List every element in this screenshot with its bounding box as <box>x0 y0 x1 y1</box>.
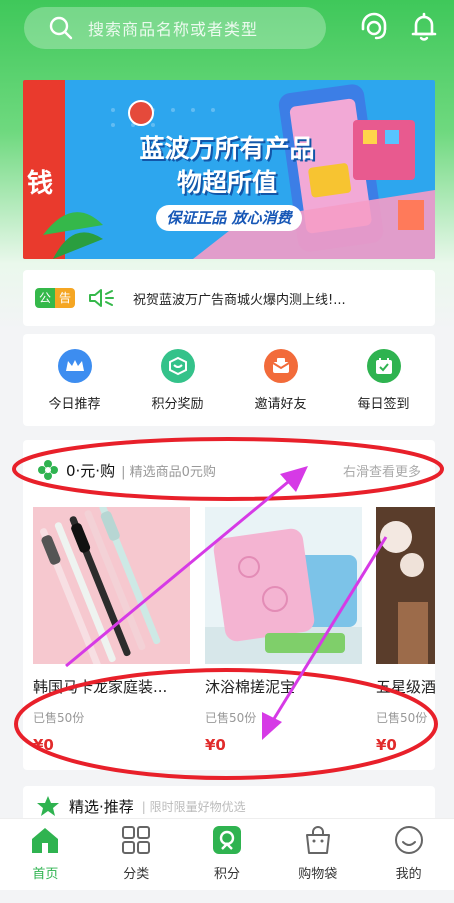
promo-banner[interactable]: 钱 蓝波万所有产品 物超所值 保证正品 放心消费 <box>23 80 435 259</box>
announcement-badge: 公 告 <box>35 288 76 308</box>
zero-yuan-header: 0·元·购 | 精选商品0元购 右滑查看更多 <box>23 455 435 485</box>
envelope-icon <box>263 348 298 383</box>
bottom-tab-bar: 首页 分类 积分 购物袋 我的 <box>0 818 454 890</box>
product-sold: 已售50份 <box>376 711 428 725</box>
points-icon <box>212 826 241 854</box>
home-icon <box>32 828 59 853</box>
tab-label: 分类 <box>123 867 150 882</box>
product-name: 五星级酒 <box>376 678 435 696</box>
tab-label: 我的 <box>395 867 422 882</box>
zero-yuan-title: 0·元·购 <box>66 461 116 480</box>
choice-subtitle: | 限时限量好物优选 <box>141 799 246 814</box>
tab-label: 积分 <box>213 867 240 882</box>
product-sold: 已售50份 <box>33 711 85 725</box>
banner-edge-text: 钱 <box>27 169 53 199</box>
product-card[interactable]: 韩国马卡龙家庭装... 已售50份 ¥0 <box>33 507 190 754</box>
bell-icon[interactable] <box>407 10 441 44</box>
search-placeholder: 搜索商品名称或者类型 <box>88 20 259 39</box>
zero-yuan-subtitle: | 精选商品0元购 <box>121 464 216 480</box>
tab-label: 购物袋 <box>298 867 338 882</box>
product-image <box>205 507 362 664</box>
tab-category[interactable]: 分类 <box>91 819 182 890</box>
shopping-bag-icon <box>305 826 330 854</box>
quick-item-checkin[interactable]: 每日签到 <box>339 348 429 412</box>
product-sold: 已售50份 <box>205 711 257 725</box>
product-image <box>376 507 435 664</box>
quick-item-label: 邀请好友 <box>254 396 307 412</box>
flower-icon <box>38 460 58 480</box>
headset-icon[interactable] <box>357 10 391 44</box>
banner-headline-1: 蓝波万所有产品 <box>139 134 315 163</box>
banner-tagline: 保证正品 放心消费 <box>156 205 302 231</box>
announcement-bar[interactable]: 公 告 祝贺蓝波万广告商城火爆内测上线!... <box>23 270 435 326</box>
quick-item-label: 今日推荐 <box>48 396 101 412</box>
speaker-icon <box>89 289 115 307</box>
product-price: ¥0 <box>33 736 54 754</box>
quick-item-recommend[interactable]: 今日推荐 <box>30 348 120 412</box>
star-icon <box>37 796 59 816</box>
quick-item-label: 每日签到 <box>357 396 410 412</box>
tab-mine[interactable]: 我的 <box>363 819 454 890</box>
product-price: ¥0 <box>376 736 397 754</box>
quick-item-points-reward[interactable]: 积分奖励 <box>133 348 223 412</box>
gift-icon <box>160 348 195 383</box>
zero-yuan-section: 0·元·购 | 精选商品0元购 右滑查看更多 韩国马卡龙家庭装... 已售50份… <box>23 440 435 770</box>
crown-icon <box>57 348 92 383</box>
see-more-link[interactable]: 右滑查看更多 <box>343 461 421 480</box>
quick-menu: 今日推荐 积分奖励 邀请好友 每日签到 <box>23 334 435 426</box>
product-card[interactable]: 五星级酒 已售50份 ¥0 <box>376 507 435 754</box>
product-name: 韩国马卡龙家庭装... <box>33 678 168 696</box>
badge-left: 公 <box>35 288 56 308</box>
choice-title: 精选·推荐 <box>69 797 134 816</box>
grid-icon <box>122 826 151 854</box>
quick-item-invite[interactable]: 邀请好友 <box>236 348 326 412</box>
badge-right: 告 <box>55 288 76 308</box>
product-name: 沐浴棉搓泥宝 <box>205 678 296 696</box>
header: 搜索商品名称或者类型 <box>0 0 454 60</box>
product-price: ¥0 <box>205 736 226 754</box>
product-card[interactable]: 沐浴棉搓泥宝 已售50份 ¥0 <box>205 507 362 754</box>
banner-headline-2: 物超所值 <box>176 168 277 197</box>
smile-icon <box>394 826 423 854</box>
announcement-text: 祝贺蓝波万广告商城火爆内测上线!... <box>133 292 346 308</box>
tab-shopping-bag[interactable]: 购物袋 <box>272 819 363 890</box>
tab-points[interactable]: 积分 <box>182 819 273 890</box>
quick-item-label: 积分奖励 <box>151 396 204 412</box>
tab-home[interactable]: 首页 <box>0 819 91 890</box>
search-icon <box>49 16 73 40</box>
product-image <box>33 507 190 664</box>
tab-label: 首页 <box>32 867 59 882</box>
search-input[interactable]: 搜索商品名称或者类型 <box>24 7 326 49</box>
calendar-check-icon <box>366 348 401 383</box>
